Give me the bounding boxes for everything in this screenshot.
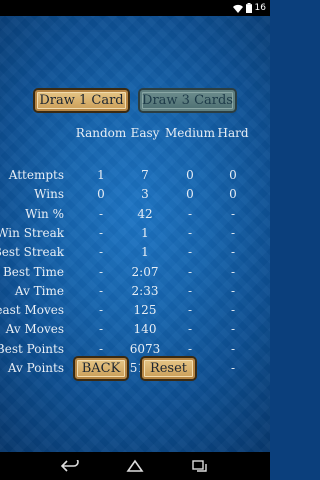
stat-cell: - — [230, 322, 236, 337]
stat-cell: - — [187, 283, 193, 298]
row-label: Av Moves — [5, 322, 64, 337]
stat-cell: - — [98, 245, 104, 260]
stat-cell: - — [230, 206, 236, 221]
home-nav-icon[interactable] — [125, 458, 145, 474]
stat-cell: - — [187, 322, 193, 337]
column-header: Medium — [164, 126, 216, 140]
stat-cell: - — [98, 303, 104, 318]
stats-table: Random Easy Medium Hard Attempts 1 7 0 0 Wins 0 3 0 0… — [0, 16, 270, 452]
stat-cell: 0 — [186, 168, 194, 182]
column-header: Easy — [130, 126, 160, 140]
stat-cell: - — [187, 206, 193, 221]
row-label: Av Points — [7, 361, 64, 375]
stat-cell: 2:33 — [131, 283, 159, 298]
stat-cell: - — [187, 264, 193, 279]
stat-cell: - — [230, 361, 236, 375]
stat-cell: 0 — [97, 187, 105, 202]
stat-cell: - — [230, 303, 236, 318]
stat-cell: 1 — [141, 225, 149, 240]
stat-cell: 1 — [97, 168, 105, 182]
stat-cell: 1 — [141, 245, 149, 260]
battery-icon — [245, 3, 252, 13]
row-label: Wins — [34, 187, 64, 202]
row-label: Best Time — [2, 264, 64, 279]
stat-cell: - — [187, 225, 193, 240]
stats-screen: Draw 1 Card Draw 3 Cards Random Easy Mediu… — [0, 16, 270, 452]
back-button[interactable]: BACK — [73, 356, 129, 381]
recents-nav-icon[interactable] — [190, 458, 210, 474]
stat-cell: 0 — [186, 187, 194, 202]
stat-cell: - — [98, 264, 104, 279]
row-label: Win Streak — [0, 225, 64, 240]
reset-button[interactable]: Reset — [140, 356, 197, 381]
stat-cell: 2:07 — [131, 264, 159, 279]
stat-cell: 7 — [141, 168, 149, 182]
stat-cell: - — [230, 264, 236, 279]
stat-cell: 125 — [133, 303, 157, 318]
stat-cell: - — [187, 341, 193, 356]
stat-cell: 6073 — [129, 341, 161, 356]
status-bar: 16 — [0, 0, 270, 16]
stat-cell: - — [230, 225, 236, 240]
stat-cell: - — [230, 341, 236, 356]
column-header: Hard — [217, 126, 249, 140]
row-label: Attempts — [8, 168, 64, 182]
row-label: Av Time — [14, 283, 64, 298]
row-label: Win % — [25, 206, 64, 221]
status-icons: 16 — [232, 2, 266, 14]
row-label: Least Moves — [0, 303, 64, 318]
stat-cell: - — [98, 341, 104, 356]
stat-cell: - — [230, 283, 236, 298]
back-nav-icon[interactable] — [60, 458, 80, 474]
column-header: Random — [75, 126, 127, 140]
status-clock: 16 — [254, 3, 266, 13]
row-label: Best Streak — [0, 245, 64, 260]
row-label: Best Points — [0, 341, 64, 356]
navigation-bar — [0, 452, 270, 480]
stat-cell: 0 — [229, 187, 237, 202]
wifi-icon — [232, 4, 243, 13]
stat-cell: - — [187, 245, 193, 260]
stat-cell: - — [230, 245, 236, 260]
stat-cell: - — [187, 303, 193, 318]
stat-cell: 0 — [229, 168, 237, 182]
stat-cell: - — [98, 206, 104, 221]
stat-cell: - — [98, 225, 104, 240]
stat-cell: 140 — [133, 322, 157, 337]
stat-cell: - — [98, 283, 104, 298]
stat-cell: 42 — [137, 206, 153, 221]
stat-cell: 3 — [141, 187, 149, 202]
stat-cell: - — [98, 322, 104, 337]
